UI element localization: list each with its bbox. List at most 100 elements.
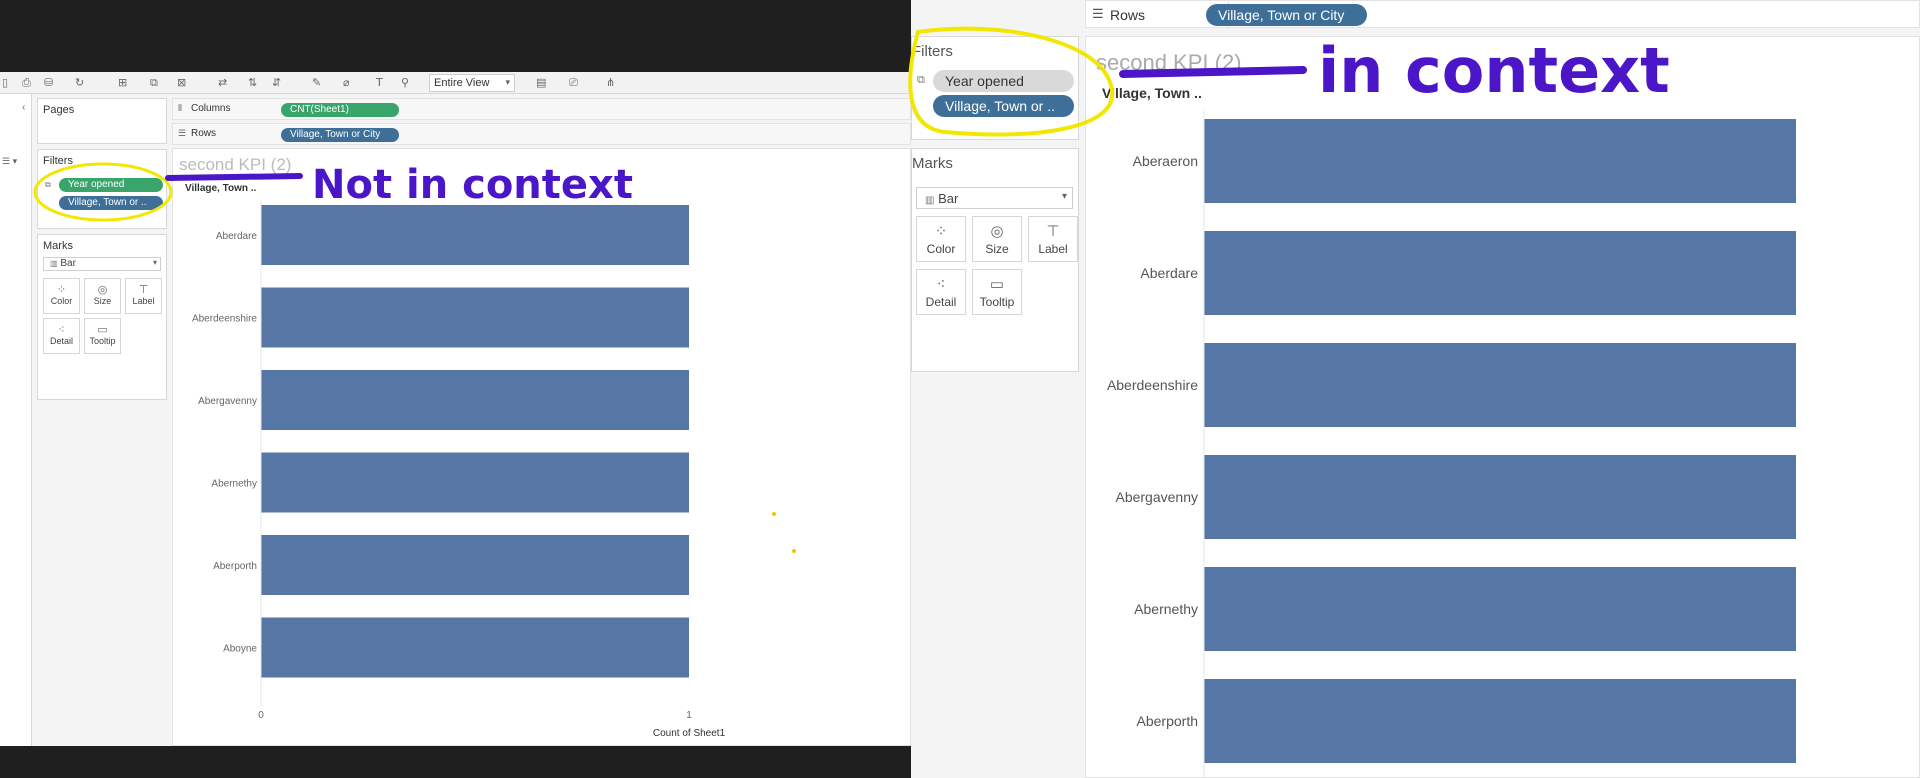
tooltip-label: Tooltip [89,336,116,346]
label-button[interactable]: ⊤ Label [1028,216,1078,262]
tooltip-label: Tooltip [979,295,1015,309]
bar-chart-icon: ▥ [50,259,58,268]
category-label: Abergavenny [1115,489,1198,505]
detail-label: Detail [49,336,73,346]
chevron-down-icon: ▾ [1061,191,1067,202]
category-label: Aberporth [1137,713,1198,729]
filters-card-title: Filters [43,155,73,167]
filter-pill-village[interactable]: Village, Town or .. [933,95,1074,117]
group-icon[interactable]: ⌀ [343,76,350,89]
label-button[interactable]: ⊤ Label [125,278,162,314]
color-label: Color [50,296,73,306]
detail-icon: ⁖ [58,324,65,336]
category-label: Aberdeenshire [192,314,257,325]
marks-card-title: Marks [912,155,953,172]
bar-abernethy [261,452,689,513]
category-label: Abergavenny [198,396,257,407]
chevron-left-icon[interactable]: ‹ [22,102,25,113]
category-label: Aberporth [213,561,257,572]
data-pane-collapsed: ‹ ☰ ▾ [0,94,32,746]
rows-pill-village[interactable]: Village, Town or City [1206,4,1367,26]
columns-shelf-label: Columns [191,103,231,114]
label-label: Label [132,296,155,306]
right-tableau-window: Filters ⧉ Year opened Village, Town or .… [911,0,1920,778]
presentation-icon[interactable]: ⎚ [569,76,578,90]
clear-sheet-icon[interactable]: ⊠ [177,76,186,89]
mark-type-value: Bar [60,258,76,269]
color-label: Color [926,242,956,256]
color-button[interactable]: ⁘ Color [916,216,966,262]
fit-view-value: Entire View [434,77,490,89]
cards-icon[interactable]: ▤ [536,76,546,89]
color-button[interactable]: ⁘ Color [43,278,80,314]
x-axis-title: Count of Sheet1 [653,728,726,739]
new-sheet-icon[interactable]: ⊞ [118,76,127,89]
right-bar-chart: Aberaeron Aberdare Aberdeenshire Abergavenn… [1107,111,1796,778]
right-viz-sheet: second KPI (2) Village, Town .. Aberaero… [1085,36,1920,778]
undo-icon[interactable]: ▯ [2,76,8,89]
fit-view-select[interactable]: Entire View ▾ [429,74,515,92]
mark-type-select[interactable]: ▥ Bar ▾ [43,257,161,271]
bar-abergavenny [1204,455,1796,539]
size-label: Size [93,296,112,306]
left-tableau-window: ▯ ⎙ ⛁ ↻ ⊞ ⧉ ⊠ ⇄ ⇅ ⇵ ✎ ⌀ T ⚲ Entire View … [0,0,911,778]
swap-axes-icon[interactable]: ⇄ [218,76,227,89]
filters-card: Filters ⧉ Year opened Village, Town or .… [37,149,167,229]
label-label: Label [1038,242,1068,256]
detail-button[interactable]: ⁖ Detail [916,269,966,315]
detail-button[interactable]: ⁖ Detail [43,318,80,354]
rows-shelf-label: Rows [191,128,217,139]
mark-type-value: Bar [938,191,959,206]
pages-card: Pages [37,98,167,144]
marks-card: Marks ▥ Bar ▾ ⁘ Color ◎ Size ⊤ Label ⁖ D… [911,148,1079,372]
detail-label: Detail [925,295,957,309]
category-label: Aberdare [216,231,258,242]
size-button[interactable]: ◎ Size [972,216,1022,262]
filter-pill-year-opened[interactable]: Year opened [59,178,163,192]
share-icon[interactable]: ⋔ [606,76,615,89]
bar-aboyne [261,617,689,678]
save-icon[interactable]: ⎙ [22,76,31,90]
tooltip-button[interactable]: ▭ Tooltip [972,269,1022,315]
left-top-dark-bar [0,0,911,72]
category-label: Abernethy [1134,601,1198,617]
color-icon: ⁘ [934,223,948,240]
mark-type-select[interactable]: ▥ Bar ▾ [916,187,1073,209]
label-icon[interactable]: T [376,76,383,89]
filters-card: Filters ⧉ Year opened Village, Town or .… [911,36,1079,140]
chevron-down-icon: ▾ [152,258,157,267]
category-label: Aberdeenshire [1107,377,1198,393]
bar-aberdeenshire [1204,343,1796,427]
columns-shelf: ⦀ Columns CNT(Sheet1) [172,98,911,120]
bar-aberdeenshire [261,287,689,348]
marks-card: Marks ▥ Bar ▾ ⁘ Color ◎ Size ⊤ Label ⁖ D… [37,234,167,400]
bar-aberporth [261,535,689,595]
highlight-icon[interactable]: ✎ [312,76,321,89]
bar-aberporth [1204,679,1796,763]
category-label: Abernethy [211,479,257,490]
sort-asc-icon[interactable]: ⇅ [248,76,257,89]
left-workspace: ‹ ☰ ▾ Pages Filters ⧉ Year opened Villag… [0,94,911,746]
list-icon[interactable]: ☰ ▾ [2,156,17,167]
refresh-icon[interactable]: ↻ [75,76,84,89]
detail-icon: ⁖ [936,276,946,293]
tooltip-button[interactable]: ▭ Tooltip [84,318,121,354]
size-button[interactable]: ◎ Size [84,278,121,314]
bar-aberaeron [1204,119,1796,203]
new-datasource-icon[interactable]: ⛁ [44,76,53,89]
pin-icon[interactable]: ⚲ [401,76,409,89]
columns-icon: ⦀ [178,103,182,113]
pages-card-title: Pages [43,104,75,116]
sort-desc-icon[interactable]: ⇵ [272,76,281,89]
filter-pill-village[interactable]: Village, Town or .. [59,196,163,210]
category-label: Aboyne [223,644,257,655]
duplicate-sheet-icon[interactable]: ⧉ [150,76,158,90]
left-viz-sheet: second KPI (2) Village, Town .. Aberdare… [172,148,911,746]
context-filter-icon: ⧉ [917,74,925,86]
columns-pill-cnt[interactable]: CNT(Sheet1) [281,103,399,117]
filter-pill-year-opened[interactable]: Year opened [933,70,1074,92]
comparison-screenshot: ▯ ⎙ ⛁ ↻ ⊞ ⧉ ⊠ ⇄ ⇅ ⇵ ✎ ⌀ T ⚲ Entire View … [0,0,1920,778]
rows-pill-village[interactable]: Village, Town or City [281,128,399,142]
category-label: Aberaeron [1133,153,1198,169]
bar-abernethy [1204,567,1796,651]
